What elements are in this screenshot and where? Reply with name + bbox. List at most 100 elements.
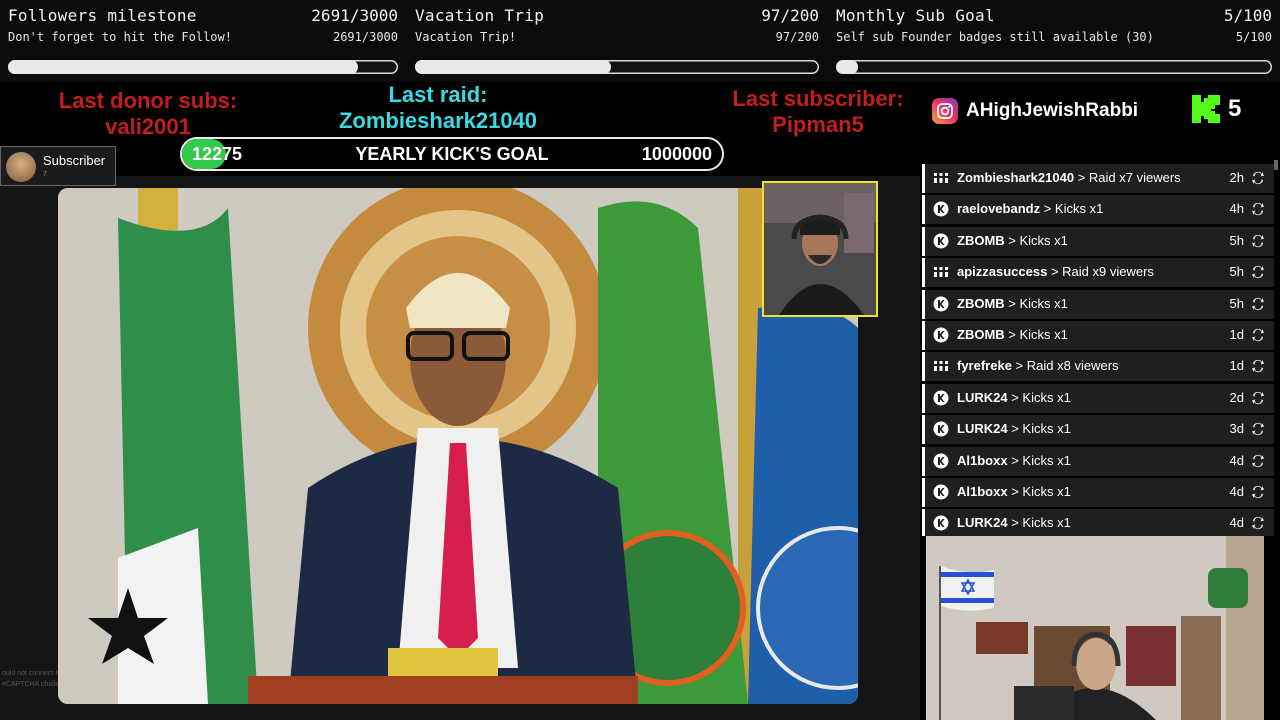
feed-row-time: 5h — [1229, 264, 1244, 280]
goal-subtitle: Vacation Trip! — [415, 30, 517, 44]
feed-row: ZBOMB > Kicks x1 5h — [922, 289, 1274, 319]
replay-icon[interactable] — [1250, 233, 1266, 249]
feed-row-action: Kicks x1 — [1019, 295, 1068, 311]
feed-row: Al1boxx > Kicks x1 4d — [922, 446, 1274, 476]
feed-row-user: Al1boxx — [957, 484, 1008, 499]
raid-icon — [933, 170, 949, 186]
feed-row-user: fyrefreke — [957, 358, 1012, 374]
kick-icon — [933, 484, 949, 500]
replay-icon[interactable] — [1250, 421, 1266, 437]
feed-row-time: 1d — [1229, 327, 1244, 342]
replay-icon[interactable] — [1250, 201, 1266, 217]
goal-title: Vacation Trip — [415, 6, 545, 25]
subscriber-alert-label: Subscriber — [43, 153, 106, 168]
last-subscriber-widget: Last subscriber: Pipman5 — [708, 86, 928, 138]
goal-count-secondary: 97/200 — [775, 30, 819, 44]
goal-count: 5/100 — [1223, 6, 1272, 25]
kick-icon — [933, 515, 949, 531]
kick-icon — [933, 327, 949, 343]
goal-progress-bar — [8, 60, 398, 74]
feed-row-user: LURK24 — [957, 421, 1008, 437]
replay-icon[interactable] — [1250, 170, 1266, 186]
replay-icon[interactable] — [1250, 390, 1266, 406]
replay-icon[interactable] — [1250, 515, 1266, 531]
feed-row-time: 4d — [1229, 452, 1244, 468]
feed-row-time: 5h — [1229, 232, 1244, 248]
goal-count-secondary: 5/100 — [1235, 30, 1272, 44]
goal-progress-fill — [415, 60, 611, 74]
last-subscriber-name: Pipman5 — [772, 112, 864, 137]
feed-row: ZBOMB > Kicks x1 5h — [922, 226, 1274, 256]
feed-row-user: LURK24 — [957, 515, 1008, 531]
feed-row-action: Raid x9 viewers — [1062, 264, 1154, 280]
last-subscriber-label: Last subscriber: — [732, 86, 904, 111]
feed-row-user: Al1boxx — [957, 452, 1008, 468]
kick-count: 5 — [1228, 95, 1242, 122]
feed-row-user: ZBOMB — [957, 232, 1005, 248]
replay-icon[interactable] — [1250, 453, 1266, 469]
feed-row-time: 4d — [1229, 515, 1244, 531]
feed-row: apizzasuccess > Raid x9 viewers 5h — [922, 258, 1274, 288]
last-donor-widget: Last donor subs: vali2001 — [40, 88, 256, 140]
goal-vacation: Vacation Trip 97/200 Vacation Trip! 97/2… — [407, 0, 819, 82]
feed-row-text: Al1boxx > Kicks x1 — [957, 484, 1071, 499]
goal-progress-fill — [836, 60, 858, 74]
feed-row-action: Kicks x1 — [1054, 201, 1104, 217]
kick-icon — [933, 233, 949, 249]
replay-icon[interactable] — [1250, 296, 1266, 312]
instagram-handle-text: AHighJewishRabbi — [966, 100, 1139, 121]
feed-row: fyrefreke > Raid x8 viewers 1d — [922, 352, 1274, 382]
goal-count: 97/200 — [761, 6, 819, 25]
feed-row: Al1boxx > Kicks x1 4d — [922, 478, 1274, 507]
raid-icon — [933, 264, 949, 280]
kick-icon — [933, 390, 949, 406]
kick-icon — [933, 453, 949, 469]
last-raid-label: Last raid: — [388, 82, 488, 107]
feed-row-user: ZBOMB — [957, 295, 1005, 311]
kick-icon — [933, 201, 949, 217]
feed-row-action: Kicks x1 — [1019, 232, 1068, 248]
feed-row-text: LURK24 > Kicks x1 — [957, 389, 1071, 405]
feed-row-time: 5h — [1229, 295, 1244, 311]
goals-overlay: Followers milestone 2691/3000 Don't forg… — [0, 0, 1280, 82]
replay-icon[interactable] — [1250, 264, 1266, 280]
goal-followers: Followers milestone 2691/3000 Don't forg… — [0, 0, 398, 82]
kick-goal-target: 1000000 — [641, 144, 712, 164]
goal-title: Followers milestone — [8, 6, 197, 25]
feed-row-action: Kicks x1 — [1022, 452, 1071, 468]
feed-row: LURK24 > Kicks x1 3d — [922, 415, 1274, 445]
feed-row-action: Kicks x1 — [1022, 484, 1071, 499]
second-facecam — [926, 536, 1264, 720]
yearly-kick-goal-bar: 12275 YEARLY KICK'S GOAL 1000000 — [180, 137, 724, 171]
feed-row-user: LURK24 — [957, 389, 1008, 405]
last-raid-widget: Last raid: Zombieshark21040 — [330, 82, 546, 134]
feed-row-action: Kicks x1 — [1022, 421, 1071, 437]
feed-row-action: Kicks x1 — [1022, 515, 1071, 531]
feed-row-user: apizzasuccess — [957, 264, 1048, 280]
feed-row: raelovebandz > Kicks x1 4h — [922, 195, 1274, 225]
goal-subtitle: Don't forget to hit the Follow! — [8, 30, 232, 44]
goal-progress-fill — [8, 60, 358, 74]
feed-row-action: Raid x8 viewers — [1026, 358, 1119, 374]
replay-icon[interactable] — [1250, 358, 1266, 374]
goal-count-secondary: 2691/3000 — [332, 30, 398, 44]
feed-row-time: 2d — [1229, 389, 1244, 405]
feed-scrollbar[interactable] — [1274, 160, 1278, 170]
replay-icon[interactable] — [1250, 327, 1266, 343]
avatar — [6, 152, 36, 182]
feed-row-text: ZBOMB > Kicks x1 — [957, 295, 1068, 311]
goal-title: Monthly Sub Goal — [836, 6, 995, 25]
replay-icon[interactable] — [1250, 484, 1266, 500]
feed-row: LURK24 > Kicks x1 2d — [922, 383, 1274, 413]
feed-row: ZBOMB > Kicks x1 1d — [922, 321, 1274, 350]
feed-row-text: Al1boxx > Kicks x1 — [957, 452, 1071, 468]
instagram-icon — [932, 98, 958, 124]
feed-row-user: raelovebandz — [957, 201, 1041, 217]
streamer-facecam — [762, 181, 878, 317]
kick-logo-icon — [1192, 95, 1220, 123]
kick-icon — [933, 296, 949, 312]
subscriber-alert-subtext: 7 — [43, 171, 47, 178]
feed-row: LURK24 > Kicks x1 4d — [922, 509, 1274, 536]
instagram-handle: AHighJewishRabbi — [932, 98, 1138, 124]
feed-row-text: raelovebandz > Kicks x1 — [957, 201, 1104, 217]
